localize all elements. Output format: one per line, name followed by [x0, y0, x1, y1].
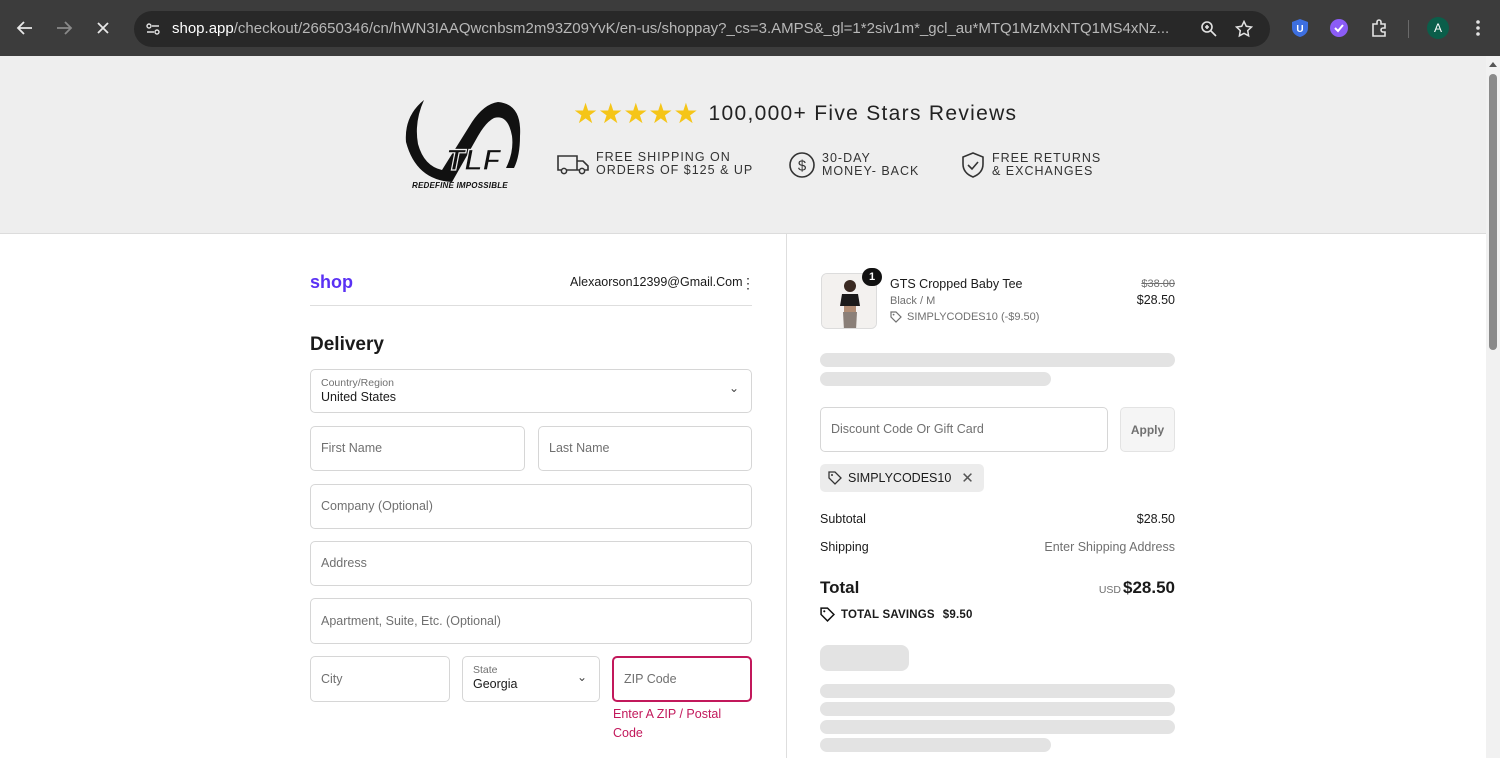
chevron-down-icon: ⌄: [728, 381, 739, 395]
profile-avatar[interactable]: A: [1427, 17, 1449, 39]
extensions-puzzle-icon[interactable]: [1367, 16, 1391, 40]
account-menu-icon[interactable]: ⋮: [741, 275, 755, 292]
free-returns-feature: FREE RETURNS & EXCHANGES: [960, 151, 1101, 179]
savings-tag-icon: [820, 607, 835, 622]
toolbar-separator: [1408, 20, 1409, 38]
quantity-badge: 1: [862, 268, 882, 286]
svg-text:U: U: [1296, 24, 1303, 35]
url-path: /checkout/26650346/cn/hWN3IAAQwcnbsm2m93…: [233, 20, 1170, 37]
first-name-field[interactable]: First Name: [310, 426, 525, 471]
logo-brand-text: TLF: [446, 144, 502, 177]
loading-placeholder: [820, 720, 1175, 734]
total-savings: TOTAL SAVINGS $9.50: [820, 607, 973, 622]
total-currency: USD: [1098, 584, 1121, 596]
shipping-label: Shipping: [820, 540, 869, 554]
original-price: $38.00: [1141, 278, 1175, 290]
scroll-thumb[interactable]: [1489, 74, 1497, 350]
feature-text: FREE RETURNS & EXCHANGES: [992, 151, 1102, 178]
apartment-field[interactable]: Apartment, Suite, Etc. (Optional): [310, 598, 752, 644]
five-star-icon: ★★★★★: [573, 98, 699, 129]
country-value: United States: [321, 390, 397, 404]
total-value: $28.50: [1123, 578, 1175, 597]
forward-arrow-icon[interactable]: [50, 14, 78, 42]
subtotal-label: Subtotal: [820, 512, 866, 526]
feature-text: FREE SHIPPING ON ORDERS OF $125 & UP: [596, 150, 754, 177]
country-label: Country/Region: [321, 377, 394, 389]
city-placeholder: City: [321, 672, 343, 686]
stop-loading-icon[interactable]: [89, 14, 117, 42]
product-variant: Black / M: [890, 295, 936, 307]
first-name-placeholder: First Name: [321, 441, 383, 455]
svg-text:$: $: [798, 158, 807, 175]
total-label: Total: [820, 578, 860, 597]
discounted-price: $28.50: [1136, 293, 1175, 307]
remove-code-icon[interactable]: ✕: [961, 469, 974, 487]
feature-text: 30-DAY MONEY- BACK: [822, 151, 920, 178]
zip-error-message: Enter A ZIP / Postal Code: [613, 707, 722, 740]
state-select[interactable]: State Georgia ⌄: [462, 656, 600, 702]
url-text[interactable]: shop.app/checkout/26650346/cn/hWN3IAAQwc…: [172, 20, 1182, 37]
discount-code-input[interactable]: Discount Code Or Gift Card: [820, 407, 1108, 452]
site-settings-icon[interactable]: [142, 18, 164, 40]
shipping-value: Enter Shipping Address: [1044, 540, 1175, 554]
delivery-heading: Delivery: [310, 334, 384, 355]
loading-placeholder: [820, 738, 1051, 752]
savings-value: $9.50: [942, 608, 973, 621]
dollar-coin-icon: $: [789, 152, 815, 178]
reviews-text: 100,000+ Five Stars Reviews: [708, 102, 1018, 125]
product-name: GTS Cropped Baby Tee: [890, 277, 1023, 291]
header-divider: [310, 305, 752, 306]
scroll-up-arrow-icon[interactable]: [1489, 62, 1497, 67]
company-placeholder: Company (Optional): [321, 499, 433, 513]
loading-placeholder: [820, 702, 1175, 716]
column-divider: [786, 234, 787, 758]
account-email: Alexaorson12399@Gmail.Com: [570, 275, 743, 289]
product-discount: SIMPLYCODES10 (-$9.50): [890, 311, 1039, 323]
apartment-placeholder: Apartment, Suite, Etc. (Optional): [321, 614, 501, 628]
applied-code-text: SIMPLYCODES10: [848, 471, 952, 485]
loading-placeholder: [820, 645, 909, 671]
browser-menu-icon[interactable]: [1466, 16, 1490, 40]
money-back-feature: $ 30-DAY MONEY- BACK: [788, 151, 919, 179]
country-select[interactable]: Country/Region United States ⌄: [310, 369, 752, 413]
tag-icon: [828, 471, 842, 485]
address-field[interactable]: Address: [310, 541, 752, 586]
zoom-icon[interactable]: [1198, 18, 1220, 40]
company-field[interactable]: Company (Optional): [310, 484, 752, 529]
state-label: State: [473, 664, 498, 676]
reviews-row: ★★★★★ 100,000+ Five Stars Reviews: [573, 100, 1017, 128]
shop-pay-logo: shop: [310, 272, 353, 292]
address-placeholder: Address: [321, 556, 367, 570]
tag-icon: [890, 311, 902, 323]
loading-placeholder: [820, 372, 1051, 386]
delivery-truck-icon: [557, 155, 589, 175]
apply-button[interactable]: Apply: [1120, 407, 1175, 452]
page-scrollbar[interactable]: [1486, 56, 1500, 758]
last-name-placeholder: Last Name: [549, 441, 610, 455]
address-bar[interactable]: shop.app/checkout/26650346/cn/hWN3IAAQwc…: [134, 11, 1270, 47]
logo-tagline: REDEFINE IMPOSSIBLE: [412, 181, 508, 190]
purple-extension-icon[interactable]: [1327, 16, 1351, 40]
product-discount-text: SIMPLYCODES10 (-$9.50): [907, 311, 1040, 323]
state-value: Georgia: [473, 677, 518, 691]
discount-code-placeholder: Discount Code Or Gift Card: [831, 422, 984, 436]
free-shipping-feature: FREE SHIPPING ON ORDERS OF $125 & UP: [556, 151, 753, 177]
zip-code-field[interactable]: ZIP Code: [612, 656, 752, 702]
back-arrow-icon[interactable]: [11, 14, 39, 42]
browser-toolbar: shop.app/checkout/26650346/cn/hWN3IAAQwc…: [0, 0, 1500, 56]
applied-code-chip: SIMPLYCODES10 ✕: [820, 464, 984, 492]
savings-label: TOTAL SAVINGS: [841, 608, 935, 621]
zip-code-placeholder: ZIP Code: [624, 672, 677, 686]
store-banner: TLF REDEFINE IMPOSSIBLE ★★★★★ 100,000+ F…: [0, 56, 1486, 234]
city-field[interactable]: City: [310, 656, 450, 702]
loading-placeholder: [820, 684, 1175, 698]
shield-check-icon: [962, 152, 984, 178]
bookmark-star-icon[interactable]: [1233, 18, 1255, 40]
url-host: shop.app: [172, 20, 234, 37]
shield-extension-icon[interactable]: U: [1288, 16, 1312, 40]
chevron-down-icon: ⌄: [576, 670, 587, 684]
loading-placeholder: [820, 353, 1175, 367]
subtotal-value: $28.50: [1136, 512, 1175, 526]
last-name-field[interactable]: Last Name: [538, 426, 752, 471]
